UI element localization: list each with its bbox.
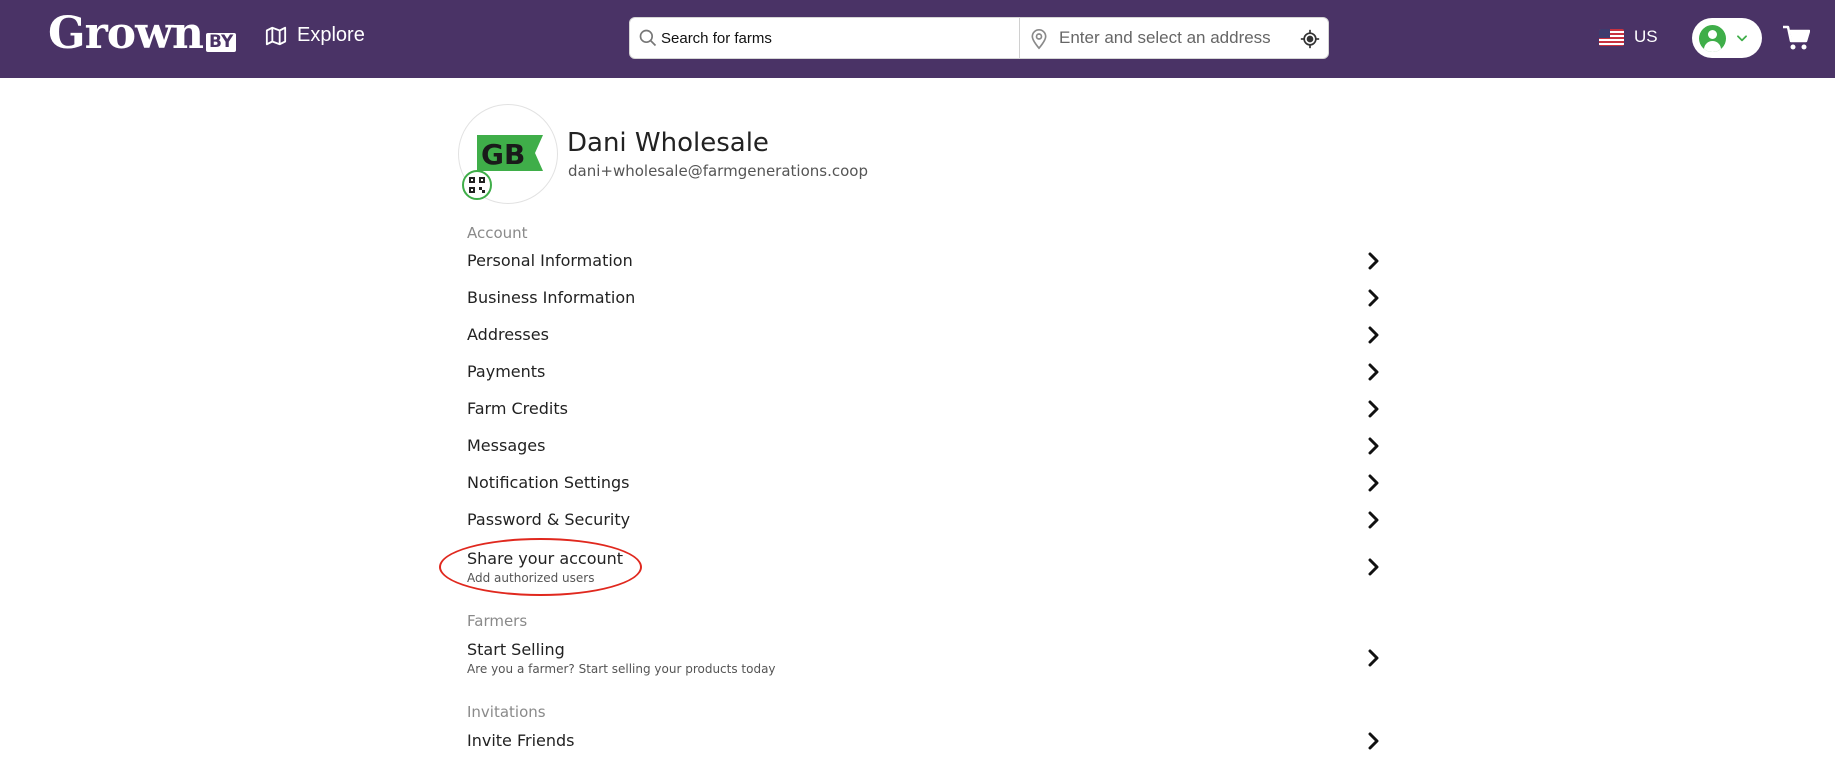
menu-item-text: Start Selling Are you a farmer? Start se… (467, 640, 776, 676)
menu-item-text: Share your account Add authorized users (467, 549, 623, 585)
qr-code-icon (469, 177, 485, 193)
profile-name: Dani Wholesale (567, 128, 769, 158)
menu-item-personal-information[interactable]: Personal Information (467, 251, 1381, 270)
chevron-right-icon (1368, 326, 1379, 343)
menu-item-label: Messages (467, 436, 546, 455)
menu-item-label: Addresses (467, 325, 549, 344)
search-icon (639, 29, 657, 47)
us-flag-icon (1599, 28, 1624, 46)
menu-item-label: Password & Security (467, 510, 631, 529)
top-navigation-bar: Grown BY Explore Search for farms Enter … (0, 0, 1835, 78)
section-title-farmers: Farmers (467, 612, 528, 630)
menu-item-farm-credits[interactable]: Farm Credits (467, 399, 1381, 418)
chevron-right-icon (1368, 252, 1379, 269)
chevron-right-icon (1368, 400, 1379, 417)
locale-label: US (1634, 27, 1658, 46)
chevron-right-icon (1368, 732, 1379, 749)
chevron-right-icon (1368, 511, 1379, 528)
menu-item-subtitle: Add authorized users (467, 571, 595, 585)
location-pin-icon (1031, 29, 1047, 50)
menu-item-addresses[interactable]: Addresses (467, 325, 1381, 344)
cart-icon[interactable] (1782, 25, 1810, 51)
chevron-right-icon (1368, 558, 1379, 576)
farm-search (630, 18, 1020, 58)
explore-label: Explore (297, 24, 365, 46)
chevron-right-icon (1368, 649, 1379, 667)
logo-wordmark: Grown (48, 8, 204, 59)
gb-logo-icon: GB (477, 135, 543, 171)
map-icon (265, 26, 287, 45)
menu-item-start-selling[interactable]: Start Selling Are you a farmer? Start se… (467, 640, 1381, 676)
menu-item-label: Business Information (467, 288, 636, 307)
menu-item-label: Payments (467, 362, 546, 381)
crosshair-icon[interactable] (1300, 29, 1320, 49)
menu-item-payments[interactable]: Payments (467, 362, 1381, 381)
menu-item-label: Notification Settings (467, 473, 630, 492)
search-bar (629, 17, 1329, 59)
user-avatar-icon (1699, 24, 1726, 52)
menu-item-invite-friends[interactable]: Invite Friends (467, 731, 1381, 750)
menu-item-notification-settings[interactable]: Notification Settings (467, 473, 1381, 492)
menu-item-label: Personal Information (467, 251, 633, 270)
menu-item-business-information[interactable]: Business Information (467, 288, 1381, 307)
farm-search-input[interactable] (661, 29, 1011, 47)
chevron-right-icon (1368, 289, 1379, 306)
gb-logo-text: GB (481, 138, 525, 171)
menu-item-share-your-account[interactable]: Share your account Add authorized users (467, 549, 1381, 585)
chevron-right-icon (1368, 437, 1379, 454)
address-search (1020, 18, 1328, 58)
locale-selector[interactable]: US (1599, 27, 1658, 47)
user-menu-button[interactable] (1692, 18, 1762, 58)
menu-item-password-security[interactable]: Password & Security (467, 510, 1381, 529)
chevron-right-icon (1368, 474, 1379, 491)
qr-code-button[interactable] (462, 170, 492, 200)
explore-link[interactable]: Explore (265, 24, 365, 47)
menu-item-messages[interactable]: Messages (467, 436, 1381, 455)
menu-item-label: Farm Credits (467, 399, 568, 418)
profile-email: dani+wholesale@farmgenerations.coop (568, 162, 868, 180)
grownby-logo[interactable]: Grown BY (48, 8, 237, 59)
menu-item-label: Share your account (467, 549, 624, 568)
address-input[interactable] (1059, 28, 1289, 48)
profile-avatar[interactable]: GB (458, 104, 558, 204)
section-title-account: Account (467, 224, 528, 242)
logo-suffix: BY (205, 33, 237, 52)
section-title-invitations: Invitations (467, 703, 546, 721)
chevron-right-icon (1368, 363, 1379, 380)
menu-item-label: Invite Friends (467, 731, 575, 750)
chevron-down-icon (1737, 35, 1747, 42)
menu-item-label: Start Selling (467, 640, 565, 659)
menu-item-subtitle: Are you a farmer? Start selling your pro… (467, 662, 776, 676)
